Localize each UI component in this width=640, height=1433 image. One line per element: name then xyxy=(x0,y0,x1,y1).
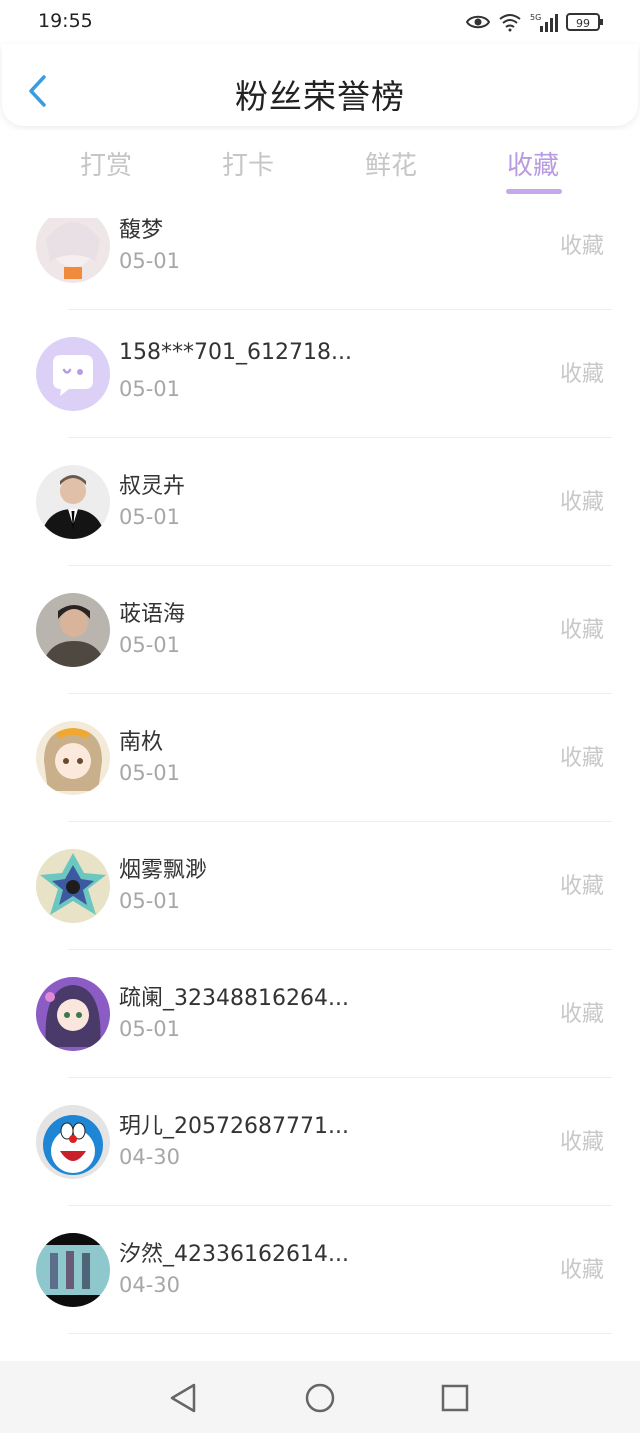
status-bar: 19:55 5G 99 xyxy=(0,0,640,44)
fan-name: 馥梦 xyxy=(119,218,164,243)
system-nav-bar xyxy=(0,1361,640,1433)
avatar[interactable] xyxy=(36,1105,110,1179)
anime-girl-white-hair-avatar xyxy=(36,218,110,283)
fan-name: 荍语海 xyxy=(119,602,186,627)
list-item[interactable]: 荍语海 05-01 收藏 xyxy=(0,566,640,694)
man-in-suit-avatar xyxy=(36,465,110,539)
fan-date: 04-30 xyxy=(119,1273,181,1297)
fan-name: 疏阑_32348816264... xyxy=(119,986,349,1011)
fan-type: 收藏 xyxy=(559,874,604,899)
fan-list: 馥梦 05-01 收藏 158***701_612718... 05-01 收藏 xyxy=(0,218,640,1361)
fan-type: 收藏 xyxy=(559,618,604,643)
fan-type: 收藏 xyxy=(559,490,604,515)
fan-date: 04-30 xyxy=(119,1145,181,1169)
list-item[interactable]: 玥儿_20572687771... 04-30 收藏 xyxy=(0,1078,640,1206)
battery-level: 99 xyxy=(576,17,590,30)
avatar[interactable] xyxy=(36,465,110,539)
anime-girl-blonde-avatar xyxy=(36,721,110,795)
fan-date: 05-01 xyxy=(119,633,181,657)
doraemon-avatar xyxy=(36,1105,110,1179)
avatar[interactable] xyxy=(36,977,110,1051)
crystal-avatar xyxy=(36,849,110,923)
nav-recent-button[interactable] xyxy=(438,1381,472,1415)
nav-home-button[interactable] xyxy=(303,1381,337,1415)
list-item[interactable]: 汐然_42336162614... 04-30 收藏 xyxy=(0,1206,640,1334)
avatar[interactable] xyxy=(36,218,110,283)
fan-date: 05-01 xyxy=(119,1017,181,1041)
fan-name: 叔灵卉 xyxy=(119,474,186,499)
avatar[interactable] xyxy=(36,721,110,795)
list-item[interactable]: 馥梦 05-01 收藏 xyxy=(0,218,640,310)
group-photo-avatar xyxy=(36,1233,110,1307)
fan-date: 05-01 xyxy=(119,889,181,913)
list-item[interactable]: 158***701_612718... 05-01 收藏 xyxy=(0,310,640,438)
fan-name: 玥儿_20572687771... xyxy=(119,1114,349,1139)
triangle-back-icon xyxy=(170,1383,196,1413)
young-man-avatar xyxy=(36,593,110,667)
list-item[interactable]: 叔灵卉 05-01 收藏 xyxy=(0,438,640,566)
fan-type: 收藏 xyxy=(559,1258,604,1283)
fan-date: 05-01 xyxy=(119,249,181,273)
fan-name: 158***701_612718... xyxy=(119,340,352,365)
tab-favorites[interactable]: 收藏 xyxy=(493,145,573,182)
fan-type: 收藏 xyxy=(559,362,604,387)
nav-back-button[interactable] xyxy=(166,1381,200,1415)
fan-type: 收藏 xyxy=(559,746,604,771)
wifi-icon xyxy=(499,14,521,32)
battery-icon: 99 xyxy=(566,13,603,31)
signal-label: 5G xyxy=(530,13,541,22)
avatar[interactable] xyxy=(36,1233,110,1307)
fan-name: 烟雾飘渺 xyxy=(119,858,208,883)
list-item[interactable] xyxy=(0,1334,640,1361)
list-item[interactable]: 疏阑_32348816264... 05-01 收藏 xyxy=(0,950,640,1078)
tab-flowers[interactable]: 鲜花 xyxy=(351,145,431,182)
list-item[interactable]: 南杦 05-01 收藏 xyxy=(0,694,640,822)
avatar[interactable] xyxy=(36,593,110,667)
fan-type: 收藏 xyxy=(559,1130,604,1155)
page-title: 粉丝荣誉榜 xyxy=(235,77,405,116)
avatar[interactable] xyxy=(36,337,110,411)
tab-bar: 打赏 打卡 鲜花 收藏 xyxy=(0,130,640,218)
anime-girl-purple-avatar xyxy=(36,977,110,1051)
tab-checkin[interactable]: 打卡 xyxy=(208,145,288,182)
chat-bubble-avatar xyxy=(36,337,110,411)
eye-icon xyxy=(466,15,490,29)
fan-type: 收藏 xyxy=(559,1002,604,1027)
tab-reward[interactable]: 打赏 xyxy=(66,145,146,182)
list-item[interactable]: 烟雾飘渺 05-01 收藏 xyxy=(0,822,640,950)
fan-date: 05-01 xyxy=(119,377,181,401)
fan-date: 05-01 xyxy=(119,505,181,529)
active-tab-indicator xyxy=(506,189,562,194)
fan-type: 收藏 xyxy=(559,234,604,259)
fan-name: 南杦 xyxy=(119,730,164,755)
fan-name: 汐然_42336162614... xyxy=(119,1242,349,1267)
status-time: 19:55 xyxy=(38,10,93,32)
cell-signal-icon: 5G xyxy=(530,13,558,32)
circle-home-icon xyxy=(305,1383,335,1413)
avatar[interactable] xyxy=(36,849,110,923)
fan-date: 05-01 xyxy=(119,761,181,785)
status-icons: 5G 99 xyxy=(466,10,604,34)
square-recent-icon xyxy=(441,1384,469,1412)
header-bar: 粉丝荣誉榜 xyxy=(2,44,638,126)
